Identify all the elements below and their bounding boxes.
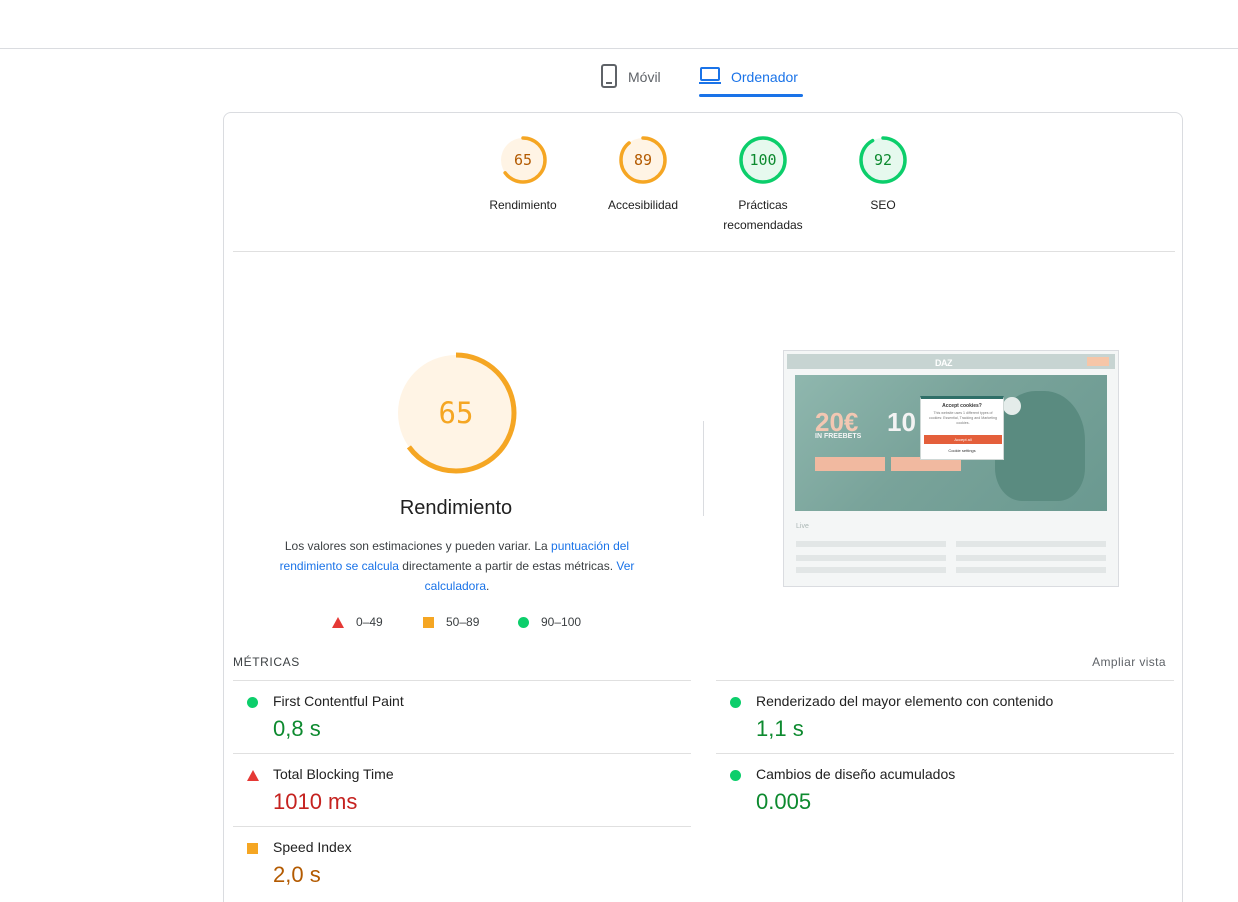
device-tabs: Móvil Ordenador (0, 56, 1238, 100)
gauge-performance[interactable]: 65 Rendimiento (463, 135, 583, 215)
gauge-label: SEO (870, 198, 896, 212)
screenshot-header: DAZ (787, 354, 1115, 369)
hero-button (815, 457, 885, 471)
score-gauges: 65 Rendimiento 89 Accesibilidad 100 Prác… (224, 113, 1182, 252)
score-ring: 89 (619, 136, 667, 184)
metric-name: Speed Index (273, 839, 352, 855)
circle-icon (518, 616, 529, 628)
page-screenshot: DAZ 20€ IN FREEBETS 10 Accept cookies? T… (783, 350, 1119, 587)
metric-value: 2,0 s (273, 862, 321, 887)
good-indicator-icon (247, 697, 258, 708)
score-legend: 0–49 50–89 90–100 (332, 615, 592, 635)
popup-settings-link: Cookie settings (948, 448, 976, 453)
screenshot-row (796, 567, 946, 573)
vertical-divider (703, 421, 704, 516)
gauge-score: 92 (874, 151, 892, 169)
score-ring: 100 (739, 136, 787, 184)
performance-title: Rendimiento (399, 497, 513, 519)
metric-name: First Contentful Paint (273, 693, 404, 709)
gauge-label: Rendimiento (489, 198, 557, 212)
report-card: 65 Rendimiento 89 Accesibilidad 100 Prác… (223, 112, 1183, 902)
metric-lcp: Renderizado del mayor elemento con conte… (716, 680, 1174, 753)
popup-title: Accept cookies? (942, 403, 982, 409)
legend-good-label: 90–100 (541, 615, 582, 629)
gauge-seo[interactable]: 92 SEO (823, 135, 943, 215)
gauge-score: 65 (514, 151, 532, 169)
tab-desktop[interactable]: Ordenador (699, 56, 798, 98)
gauge-label: Prácticas (738, 198, 788, 212)
popup-accept-button: Accept all (924, 435, 1002, 444)
screenshot-login-button (1087, 357, 1109, 366)
metric-value: 0.005 (756, 789, 812, 814)
metric-cls: Cambios de diseño acumulados 0.005 (716, 753, 1174, 826)
expand-view-toggle[interactable]: Ampliar vista (1092, 655, 1166, 669)
hero-amount-2: 10 (887, 407, 916, 437)
legend-average: 50–89 (423, 615, 479, 629)
desc-text: Los valores son estimaciones y pueden va… (284, 539, 552, 553)
metric-tbt: Total Blocking Time 1010 ms (233, 753, 691, 826)
gauge-label: Accesibilidad (607, 198, 679, 212)
metric-name: Cambios de diseño acumulados (756, 766, 956, 782)
screenshot-row (956, 541, 1106, 547)
metric-value: 1,1 s (756, 716, 804, 741)
popup-text: This website uses 1 different types of c… (928, 411, 998, 425)
screenshot-hero: 20€ IN FREEBETS 10 Accept cookies? This … (795, 375, 1107, 511)
score-ring: 65 (499, 136, 547, 184)
good-indicator-icon (730, 697, 741, 708)
phone-icon (600, 63, 618, 91)
legend-poor-label: 0–49 (356, 615, 383, 629)
hero-subtitle: IN FREEBETS (815, 433, 862, 440)
ball-image (1003, 397, 1021, 415)
active-tab-indicator (699, 94, 803, 97)
metrics-heading: MÉTRICAS (233, 655, 300, 669)
triangle-icon (332, 616, 344, 628)
performance-gauge: 65 (395, 352, 517, 474)
tab-desktop-label: Ordenador (731, 69, 798, 85)
poor-indicator-icon (247, 770, 259, 781)
top-divider (0, 48, 1238, 49)
gauge-score: 89 (634, 151, 652, 169)
good-indicator-icon (730, 770, 741, 781)
live-label: Live (796, 523, 809, 530)
divider (233, 251, 1175, 252)
screenshot-row (956, 567, 1106, 573)
screenshot-logo: DAZ (935, 358, 953, 368)
performance-score: 65 (439, 396, 474, 430)
metric-value: 0,8 s (273, 716, 321, 741)
metric-name: Renderizado del mayor elemento con conte… (756, 693, 1054, 709)
gauge-accessibility[interactable]: 89 Accesibilidad (583, 135, 703, 215)
legend-average-label: 50–89 (446, 615, 480, 629)
cookie-popup: Accept cookies? This website uses 1 diff… (920, 396, 1004, 460)
screenshot-row (796, 555, 946, 561)
desc-text: . (486, 579, 490, 593)
metric-value: 1010 ms (273, 789, 358, 814)
average-indicator-icon (247, 843, 258, 854)
square-icon (423, 616, 434, 628)
metric-name: Total Blocking Time (273, 766, 394, 782)
tab-mobile[interactable]: Móvil (600, 56, 661, 98)
score-ring: 92 (859, 136, 907, 184)
gauge-score: 100 (749, 151, 776, 169)
metric-fcp: First Contentful Paint 0,8 s (233, 680, 691, 753)
performance-description: Los valores son estimaciones y pueden va… (276, 536, 638, 596)
gauge-label-line-2: recomendadas (723, 218, 803, 232)
metric-speed-index: Speed Index 2,0 s (233, 826, 691, 899)
screenshot-row (796, 541, 946, 547)
gauge-best-practices[interactable]: 100 Prácticas recomendadas (703, 135, 823, 235)
tab-mobile-label: Móvil (628, 69, 661, 85)
screenshot-row (956, 555, 1106, 561)
desc-text: directamente a partir de estas métricas. (398, 559, 617, 573)
legend-good: 90–100 (518, 615, 581, 629)
laptop-icon (699, 66, 721, 88)
legend-poor: 0–49 (332, 615, 383, 629)
